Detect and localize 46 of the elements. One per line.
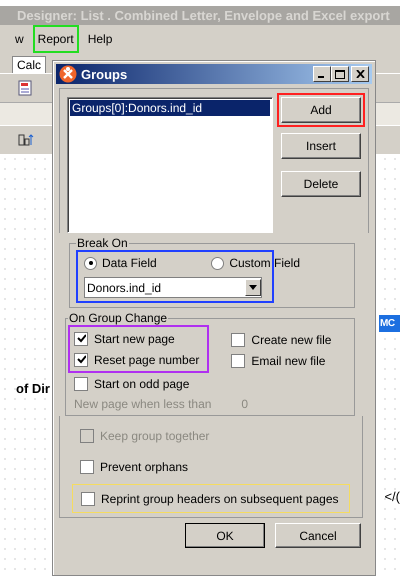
app-logo-icon: [59, 65, 77, 83]
dialog-title: Groups: [81, 66, 128, 82]
radio-option[interactable]: Custom Field: [211, 253, 300, 273]
minimize-button[interactable]: [313, 66, 331, 82]
group-title: On Group Change: [68, 312, 168, 325]
caret-icon: [249, 285, 257, 290]
checkbox-option[interactable]: Start on odd page: [68, 373, 210, 394]
close-button[interactable]: [351, 66, 369, 82]
report-text: </(: [384, 489, 400, 504]
menu-item[interactable]: Help: [84, 27, 116, 51]
radio-option[interactable]: Data Field: [84, 253, 157, 273]
checkbox[interactable]: [231, 354, 246, 368]
close-icon: [356, 70, 364, 78]
group-title: Break On: [76, 237, 129, 250]
checkbox[interactable]: [231, 332, 246, 346]
tab[interactable]: Calc: [12, 56, 46, 73]
dialog-button[interactable]: Add: [281, 97, 361, 123]
checkbox-option[interactable]: Email new file: [231, 350, 332, 371]
dialog-button[interactable]: Delete: [281, 171, 361, 197]
field-label: New page when less than: [74, 397, 212, 411]
checkbox-option[interactable]: Prevent orphans: [72, 453, 348, 480]
dialog-button[interactable]: Insert: [281, 133, 361, 159]
maximize-icon: [335, 70, 345, 78]
menu-item[interactable]: w: [12, 27, 27, 51]
checkbox-option[interactable]: Create new file: [231, 329, 332, 350]
checkbox[interactable]: [74, 352, 88, 366]
radio-button[interactable]: [84, 256, 97, 270]
checkbox[interactable]: [81, 492, 95, 506]
document-icon[interactable]: [18, 80, 32, 96]
sort-icon[interactable]: [18, 133, 34, 147]
checkbox[interactable]: [74, 376, 88, 390]
report-field: MC: [379, 315, 400, 332]
checkbox-option[interactable]: Reprint group headers on subsequent pages: [72, 484, 350, 513]
list-item[interactable]: Groups[0]:Donors.ind_id: [70, 100, 270, 116]
checkbox-option[interactable]: Reset page number: [74, 349, 200, 370]
checkbox[interactable]: [74, 332, 88, 346]
dialog-button[interactable]: OK: [185, 523, 265, 548]
menu-item[interactable]: Report: [34, 27, 77, 51]
groups-list[interactable]: Groups[0]:Donors.ind_id: [67, 97, 273, 233]
checkbox-option[interactable]: Start new page: [74, 328, 200, 349]
dialog-button[interactable]: Cancel: [275, 523, 361, 548]
checkbox[interactable]: [80, 460, 94, 474]
maximize-button[interactable]: [331, 66, 349, 82]
radio-button[interactable]: [211, 256, 224, 270]
field-dropdown[interactable]: Donors.ind_id: [84, 277, 262, 298]
report-text: of Dir: [16, 381, 50, 396]
